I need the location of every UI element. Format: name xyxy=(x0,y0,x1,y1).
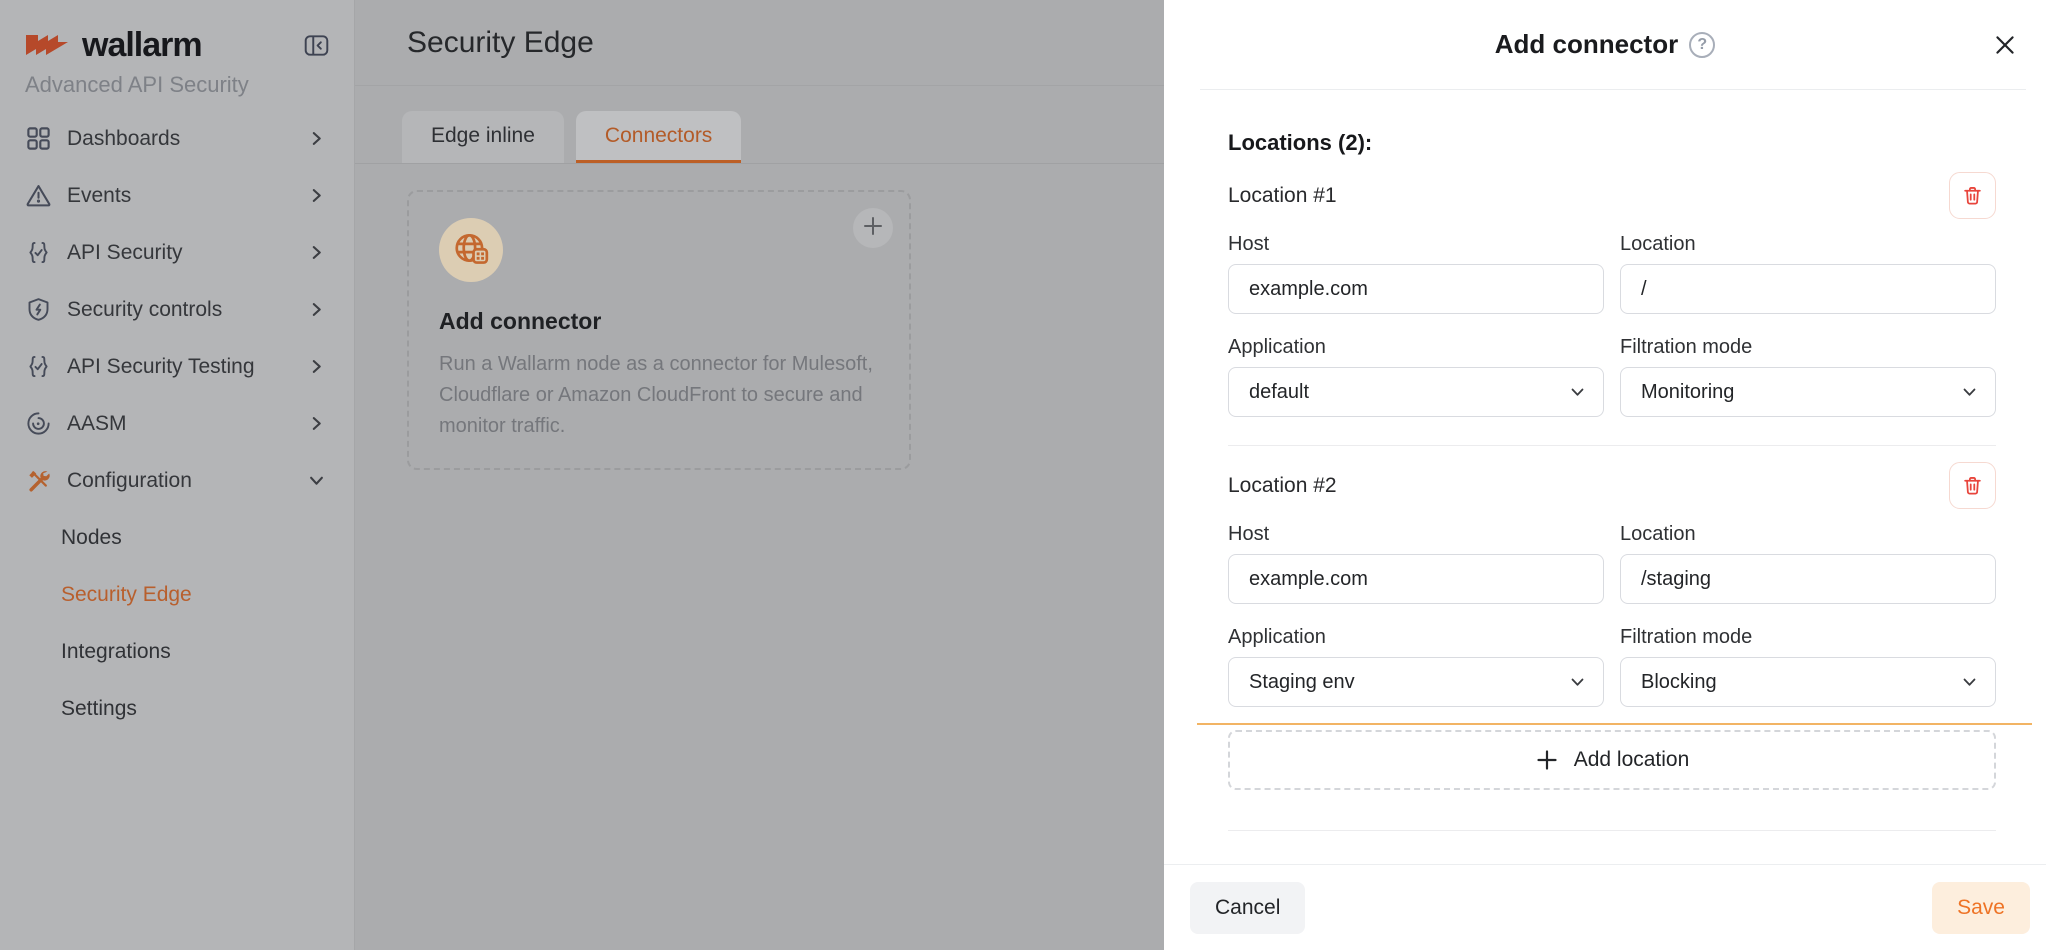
locations-divider xyxy=(1228,445,1996,446)
chevron-down-icon xyxy=(1571,678,1584,687)
host-input-2[interactable] xyxy=(1228,554,1604,604)
drawer-body: Locations (2): Location #1 Host Location xyxy=(1164,90,2046,864)
help-icon[interactable]: ? xyxy=(1689,32,1715,58)
card-add-button[interactable] xyxy=(853,208,893,248)
add-location-button[interactable]: Add location xyxy=(1228,730,1996,790)
sidebar-item-integrations[interactable]: Integrations xyxy=(0,623,354,680)
sidebar-item-security-controls[interactable]: Security controls xyxy=(0,281,354,338)
card-description: Run a Wallarm node as a connector for Mu… xyxy=(439,349,875,442)
chevron-down-icon xyxy=(309,473,324,488)
drawer-title: Add connector ? xyxy=(1495,29,1715,60)
application-select-1[interactable]: default xyxy=(1228,367,1604,417)
main-content: Security Edge Edge inline Connectors xyxy=(355,0,1164,950)
sidebar: wallarm Advanced API Security Dashboard xyxy=(0,0,355,950)
host-label: Host xyxy=(1228,233,1604,256)
bottom-divider xyxy=(1228,830,1996,831)
chevron-down-icon xyxy=(1571,388,1584,397)
tab-edge-inline[interactable]: Edge inline xyxy=(402,111,564,163)
location-label: Location xyxy=(1620,523,1996,546)
sidebar-nav: Dashboards Events xyxy=(0,110,354,737)
braces-check-icon xyxy=(25,353,52,380)
connector-avatar xyxy=(439,218,503,282)
save-button[interactable]: Save xyxy=(1932,882,2030,934)
sidebar-item-events[interactable]: Events xyxy=(0,167,354,224)
brand-row: wallarm xyxy=(0,26,354,64)
close-icon xyxy=(1992,32,2018,58)
sidebar-item-aasm[interactable]: AASM xyxy=(0,395,354,452)
host-input-1[interactable] xyxy=(1228,264,1604,314)
delete-location-1-button[interactable] xyxy=(1949,172,1996,219)
sidebar-item-api-security[interactable]: API Security xyxy=(0,224,354,281)
sidebar-item-nodes[interactable]: Nodes xyxy=(0,509,354,566)
application-select-2[interactable]: Staging env xyxy=(1228,657,1604,707)
swirl-icon xyxy=(25,410,52,437)
location-2-header: Location #2 xyxy=(1228,462,1996,509)
sidebar-item-api-security-testing[interactable]: API Security Testing xyxy=(0,338,354,395)
chevron-right-icon xyxy=(309,302,324,317)
chevron-right-icon xyxy=(309,188,324,203)
sidebar-item-security-edge[interactable]: Security Edge xyxy=(0,566,354,623)
filtration-mode-label: Filtration mode xyxy=(1620,336,1996,359)
sidebar-item-settings[interactable]: Settings xyxy=(0,680,354,737)
trash-icon xyxy=(1962,475,1983,496)
host-label: Host xyxy=(1228,523,1604,546)
grid-icon xyxy=(25,125,52,152)
unsaved-section-divider xyxy=(1197,723,2032,725)
filtration-mode-select-2[interactable]: Blocking xyxy=(1620,657,1996,707)
application-label: Application xyxy=(1228,626,1604,649)
tab-bar: Edge inline Connectors xyxy=(355,86,1164,164)
location-input-1[interactable] xyxy=(1620,264,1996,314)
drawer-footer: Cancel Save xyxy=(1164,864,2046,950)
brand-subtitle: Advanced API Security xyxy=(0,72,354,98)
location-1-header: Location #1 xyxy=(1228,172,1996,219)
connectors-panel: Add connector Run a Wallarm node as a co… xyxy=(355,164,1164,950)
sidebar-item-configuration[interactable]: Configuration xyxy=(0,452,354,509)
globe-connector-icon xyxy=(452,229,490,272)
chevron-right-icon xyxy=(309,245,324,260)
chevron-down-icon xyxy=(1963,678,1976,687)
drawer-header: Add connector ? xyxy=(1164,0,2046,89)
delete-location-2-button[interactable] xyxy=(1949,462,1996,509)
page-header: Security Edge xyxy=(355,0,1164,86)
trash-icon xyxy=(1962,185,1983,206)
location-input-2[interactable] xyxy=(1620,554,1996,604)
add-connector-drawer: Add connector ? Locations (2): Location … xyxy=(1164,0,2046,950)
cancel-button[interactable]: Cancel xyxy=(1190,882,1305,934)
tools-icon xyxy=(25,467,52,494)
location-name: Location #1 xyxy=(1228,184,1337,208)
brand-name: wallarm xyxy=(82,26,202,65)
wallarm-logo-icon xyxy=(24,29,70,61)
location-name: Location #2 xyxy=(1228,474,1337,498)
location-label: Location xyxy=(1620,233,1996,256)
alert-triangle-icon xyxy=(25,182,52,209)
plus-icon xyxy=(862,215,884,242)
page-title: Security Edge xyxy=(407,26,594,60)
chevron-down-icon xyxy=(1963,388,1976,397)
filtration-mode-select-1[interactable]: Monitoring xyxy=(1620,367,1996,417)
app-window: wallarm Advanced API Security Dashboard xyxy=(0,0,2046,950)
add-connector-card[interactable]: Add connector Run a Wallarm node as a co… xyxy=(407,190,911,470)
plus-icon xyxy=(1535,748,1559,772)
close-button[interactable] xyxy=(1992,32,2018,58)
sidebar-item-dashboards[interactable]: Dashboards xyxy=(0,110,354,167)
shield-bolt-icon xyxy=(25,296,52,323)
chevron-right-icon xyxy=(309,131,324,146)
braces-check-icon xyxy=(25,239,52,266)
locations-count-label: Locations (2): xyxy=(1228,130,1996,156)
application-label: Application xyxy=(1228,336,1604,359)
collapse-sidebar-button[interactable] xyxy=(303,32,330,59)
tab-connectors[interactable]: Connectors xyxy=(576,111,741,163)
filtration-mode-label: Filtration mode xyxy=(1620,626,1996,649)
chevron-right-icon xyxy=(309,416,324,431)
card-title: Add connector xyxy=(439,308,879,335)
chevron-right-icon xyxy=(309,359,324,374)
